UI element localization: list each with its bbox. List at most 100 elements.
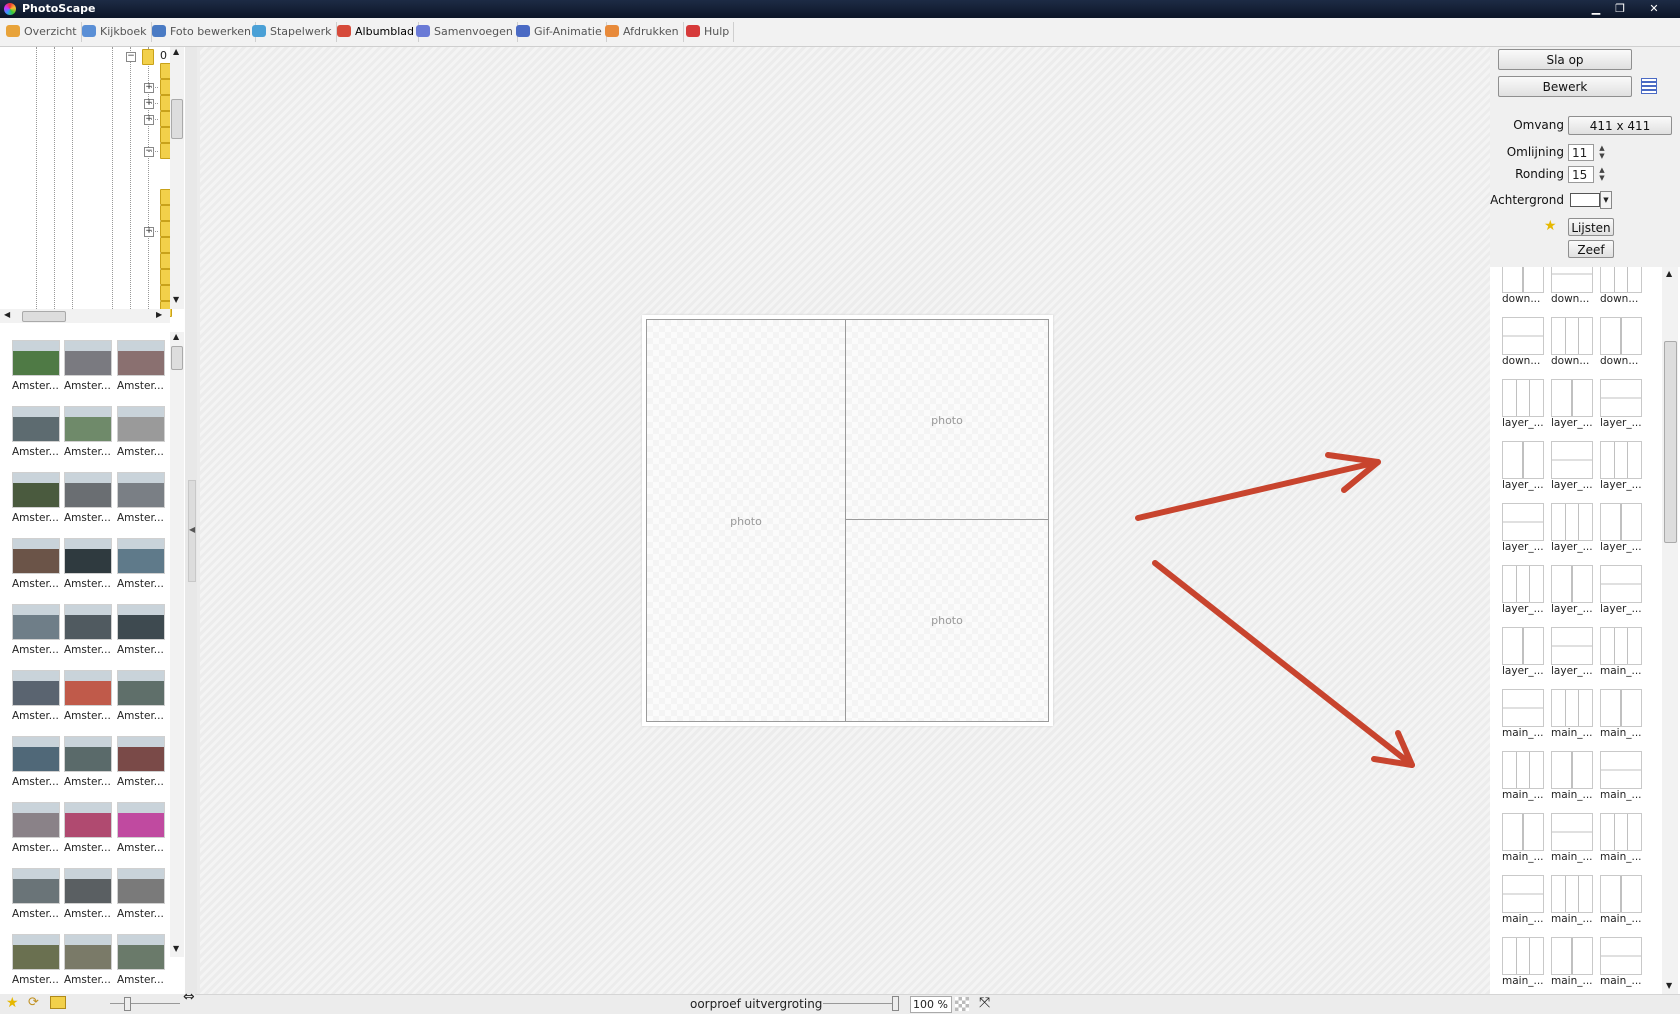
expand-icon[interactable]: + bbox=[144, 99, 154, 109]
template-item[interactable]: layer_... bbox=[1500, 625, 1546, 683]
photo-thumbnail[interactable] bbox=[64, 340, 112, 376]
thumbnail-item[interactable]: Amster... bbox=[10, 600, 60, 660]
photo-thumbnail[interactable] bbox=[12, 604, 60, 640]
template-item[interactable]: main_... bbox=[1549, 935, 1595, 993]
template-thumbnail[interactable] bbox=[1551, 689, 1593, 727]
template-item[interactable]: main_... bbox=[1598, 687, 1644, 745]
template-item[interactable]: layer_... bbox=[1598, 501, 1644, 559]
thumbnail-item[interactable]: Amster... bbox=[10, 732, 60, 792]
template-thumbnail[interactable] bbox=[1600, 565, 1642, 603]
thumbnail-scroll-thumb[interactable] bbox=[171, 346, 183, 370]
resize-horizontal-icon[interactable]: ⇔ bbox=[183, 989, 195, 1005]
expand-icon[interactable]: + bbox=[144, 83, 154, 93]
tree-hscroll-thumb[interactable] bbox=[22, 311, 66, 322]
tree-vertical-scrollbar[interactable]: ▲ ▼ bbox=[170, 47, 184, 309]
photo-thumbnail[interactable] bbox=[64, 604, 112, 640]
template-item[interactable]: layer_... bbox=[1549, 563, 1595, 621]
thumbnail-item[interactable]: Amster... bbox=[115, 798, 165, 858]
folder-tree[interactable]: − + + + − + 0 ▲ ▼ ◀ ▶ bbox=[0, 47, 185, 337]
template-thumbnail[interactable] bbox=[1600, 379, 1642, 417]
photo-thumbnail[interactable] bbox=[64, 736, 112, 772]
tab-samenvoegen[interactable]: Samenvoegen bbox=[412, 22, 518, 42]
panel-splitter[interactable]: ◀ bbox=[185, 47, 197, 994]
menu-list-icon[interactable] bbox=[1641, 78, 1657, 94]
close-icon[interactable]: ✕ bbox=[1642, 1, 1666, 16]
photo-thumbnail[interactable] bbox=[117, 736, 165, 772]
photo-thumbnail[interactable] bbox=[12, 736, 60, 772]
template-thumbnail[interactable] bbox=[1502, 627, 1544, 665]
template-thumbnail[interactable] bbox=[1551, 751, 1593, 789]
template-thumbnail[interactable] bbox=[1502, 689, 1544, 727]
template-item[interactable]: main_... bbox=[1598, 811, 1644, 869]
thumbnail-item[interactable]: Amster... bbox=[62, 864, 112, 924]
photo-thumbnail[interactable] bbox=[64, 538, 112, 574]
photo-thumbnail[interactable] bbox=[12, 406, 60, 442]
thumbnail-item[interactable]: Amster... bbox=[10, 468, 60, 528]
photo-thumbnail[interactable] bbox=[12, 934, 60, 970]
template-thumbnail[interactable] bbox=[1502, 875, 1544, 913]
template-item[interactable]: down... bbox=[1500, 315, 1546, 373]
scroll-left-icon[interactable]: ◀ bbox=[4, 310, 10, 319]
photo-thumbnail[interactable] bbox=[64, 934, 112, 970]
template-thumbnail[interactable] bbox=[1551, 565, 1593, 603]
thumbnail-item[interactable]: Amster... bbox=[115, 666, 165, 726]
minimize-icon[interactable]: ▁ bbox=[1584, 1, 1608, 16]
album-page[interactable]: photo photo photo bbox=[642, 315, 1053, 726]
scroll-down-icon[interactable]: ▼ bbox=[173, 295, 179, 304]
template-vertical-scrollbar[interactable]: ▲ ▼ bbox=[1662, 267, 1678, 994]
thumbnail-size-slider[interactable] bbox=[110, 1003, 180, 1004]
photo-thumbnail[interactable] bbox=[117, 472, 165, 508]
scroll-down-icon[interactable]: ▼ bbox=[173, 944, 179, 953]
template-item[interactable]: main_... bbox=[1549, 811, 1595, 869]
refresh-folder-icon[interactable]: ⟳ bbox=[28, 995, 39, 1010]
thumbnail-item[interactable]: Amster... bbox=[10, 798, 60, 858]
template-item[interactable]: main_... bbox=[1598, 625, 1644, 683]
photo-thumbnail[interactable] bbox=[64, 472, 112, 508]
photo-slot-top-right[interactable]: photo bbox=[845, 319, 1049, 520]
zoom-slider-thumb[interactable] bbox=[892, 996, 899, 1011]
restore-icon[interactable]: ❐ bbox=[1608, 1, 1632, 16]
template-item[interactable]: layer_... bbox=[1500, 563, 1546, 621]
template-item[interactable]: layer_... bbox=[1500, 501, 1546, 559]
thumbnail-item[interactable]: Amster... bbox=[62, 468, 112, 528]
tree-horizontal-scrollbar[interactable]: ◀ ▶ bbox=[0, 309, 170, 323]
background-color-swatch[interactable] bbox=[1570, 193, 1600, 207]
thumbnail-item[interactable]: Amster... bbox=[115, 336, 165, 396]
scroll-up-icon[interactable]: ▲ bbox=[173, 332, 179, 341]
tab-foto-bewerken[interactable]: Foto bewerken bbox=[148, 22, 256, 42]
photo-slot-left[interactable]: photo bbox=[646, 319, 846, 722]
tab-kijkboek[interactable]: Kijkboek bbox=[78, 22, 152, 42]
thumbnail-item[interactable]: Amster... bbox=[115, 402, 165, 462]
thumbnail-item[interactable]: Amster... bbox=[62, 402, 112, 462]
folder-icon[interactable] bbox=[142, 49, 154, 65]
photo-thumbnail[interactable] bbox=[117, 406, 165, 442]
expand-icon[interactable]: + bbox=[144, 227, 154, 237]
photo-thumbnail[interactable] bbox=[12, 868, 60, 904]
template-thumbnail[interactable] bbox=[1551, 627, 1593, 665]
collapse-left-icon[interactable]: ◀ bbox=[189, 525, 195, 534]
template-thumbnail[interactable] bbox=[1551, 267, 1593, 293]
thumbnail-item[interactable]: Amster... bbox=[115, 930, 165, 990]
thumbnail-size-slider-thumb[interactable] bbox=[124, 997, 131, 1011]
photo-thumbnail[interactable] bbox=[64, 406, 112, 442]
photo-thumbnail[interactable] bbox=[12, 670, 60, 706]
scroll-right-icon[interactable]: ▶ bbox=[156, 310, 162, 319]
template-thumbnail[interactable] bbox=[1600, 627, 1642, 665]
thumbnail-item[interactable]: Amster... bbox=[62, 798, 112, 858]
photo-thumbnail[interactable] bbox=[117, 934, 165, 970]
photo-thumbnail[interactable] bbox=[117, 604, 165, 640]
zoom-value[interactable]: 100 % bbox=[910, 996, 952, 1013]
thumbnail-item[interactable]: Amster... bbox=[62, 666, 112, 726]
template-thumbnail[interactable] bbox=[1502, 751, 1544, 789]
open-folder-icon[interactable] bbox=[50, 996, 66, 1009]
template-thumbnail[interactable] bbox=[1551, 379, 1593, 417]
template-item[interactable]: layer_... bbox=[1598, 377, 1644, 435]
template-item[interactable]: down... bbox=[1598, 315, 1644, 373]
photo-thumbnail[interactable] bbox=[64, 802, 112, 838]
transparency-toggle-icon[interactable] bbox=[955, 997, 969, 1011]
size-button[interactable]: 411 x 411 bbox=[1568, 116, 1672, 135]
thumbnail-item[interactable]: Amster... bbox=[115, 534, 165, 594]
template-item[interactable]: main_... bbox=[1598, 935, 1644, 993]
thumbnail-vertical-scrollbar[interactable]: ▲ ▼ bbox=[170, 332, 184, 957]
template-item[interactable]: main_... bbox=[1549, 749, 1595, 807]
